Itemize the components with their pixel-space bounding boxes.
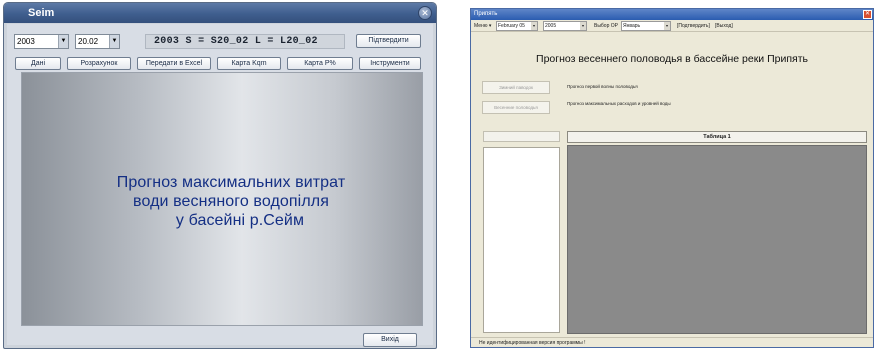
- page-title: Прогноз весеннего половодья в бассейне р…: [536, 53, 808, 65]
- data-button[interactable]: Дані: [15, 57, 61, 70]
- selection-readout: 2003 S = S20_02 L = L20_02: [145, 34, 345, 49]
- map-p-button[interactable]: Карта P%: [287, 57, 353, 70]
- period-select-value: 20.02: [78, 37, 99, 46]
- spring-flood-description: Прогноз максимальных расходов и уровней …: [567, 101, 671, 106]
- year-select-value: 2003: [17, 37, 35, 46]
- seim-panel: 2003 ▼ 20.02 ▼ 2003 S = S20_02 L = L20_0…: [7, 24, 433, 347]
- content-area: Прогноз максимальних витрат води весняно…: [21, 72, 423, 326]
- status-bar: Не идентифицированная версия программы !: [471, 337, 873, 347]
- close-icon[interactable]: ✕: [418, 6, 432, 20]
- exit-link[interactable]: [Выход]: [715, 21, 733, 31]
- heading-line-2: води весняного водопілля: [133, 193, 329, 210]
- month-select-value: Январь: [623, 23, 641, 29]
- chevron-down-icon[interactable]: ▾: [664, 22, 670, 30]
- period-select[interactable]: 20.02 ▼: [75, 34, 120, 49]
- forecast-heading: Прогноз максимальних витрат води весняно…: [76, 173, 386, 230]
- chevron-down-icon[interactable]: ▾: [531, 22, 537, 30]
- month-select[interactable]: Январь ▾: [621, 21, 671, 31]
- pripyat-titlebar: Припять: [471, 9, 873, 20]
- export-excel-button[interactable]: Передати в Excel: [137, 57, 211, 70]
- year-select[interactable]: 2005 ▾: [543, 21, 587, 31]
- chevron-down-icon[interactable]: ▾: [580, 22, 586, 30]
- date-select-value: February 05: [498, 23, 525, 29]
- heading-line-1: Прогноз максимальних витрат: [116, 174, 346, 191]
- calculate-button[interactable]: Розрахунок: [67, 57, 131, 70]
- winter-flood-description: Прогноз первой волны половодья: [567, 84, 638, 89]
- map-kqm-button[interactable]: Карта Kqm: [217, 57, 281, 70]
- heading-line-3: у басейні р.Сейм: [175, 212, 305, 229]
- menu-button[interactable]: Меню ▾: [474, 21, 491, 31]
- chevron-down-icon[interactable]: ▼: [58, 35, 68, 48]
- seim-window-title: Seim: [28, 7, 55, 19]
- station-list[interactable]: [483, 147, 560, 333]
- close-icon[interactable]: ✕: [863, 10, 872, 19]
- seim-window: Seim ✕ 2003 ▼ 20.02 ▼ 2003 S = S20_02 L …: [3, 2, 437, 349]
- pripyat-window: Припять ✕ Меню ▾ February 05 ▾ 2005 ▾ Вы…: [470, 8, 874, 348]
- exit-button[interactable]: Вихід: [363, 333, 417, 347]
- confirm-button[interactable]: Підтвердити: [356, 34, 421, 48]
- spring-flood-button[interactable]: Весенние половодья: [482, 101, 550, 114]
- table-header: Таблица 1: [567, 131, 867, 143]
- year-select-value: 2005: [545, 23, 557, 29]
- chevron-down-icon[interactable]: ▼: [109, 35, 119, 48]
- pripyat-window-title: Припять: [474, 11, 498, 17]
- date-select[interactable]: February 05 ▾: [496, 21, 538, 31]
- list-header: [483, 131, 560, 142]
- toolbar: Меню ▾ February 05 ▾ 2005 ▾ Выбор ОР Янв…: [471, 20, 873, 32]
- choice-label: Выбор ОР: [594, 23, 618, 29]
- data-table[interactable]: [567, 145, 867, 334]
- seim-titlebar: Seim: [4, 3, 436, 23]
- confirm-link[interactable]: [Подтвердить]: [677, 21, 710, 31]
- year-select[interactable]: 2003 ▼: [14, 34, 69, 49]
- tools-button[interactable]: Інструменти: [359, 57, 421, 70]
- winter-flood-button[interactable]: Зимний паводок: [482, 81, 550, 94]
